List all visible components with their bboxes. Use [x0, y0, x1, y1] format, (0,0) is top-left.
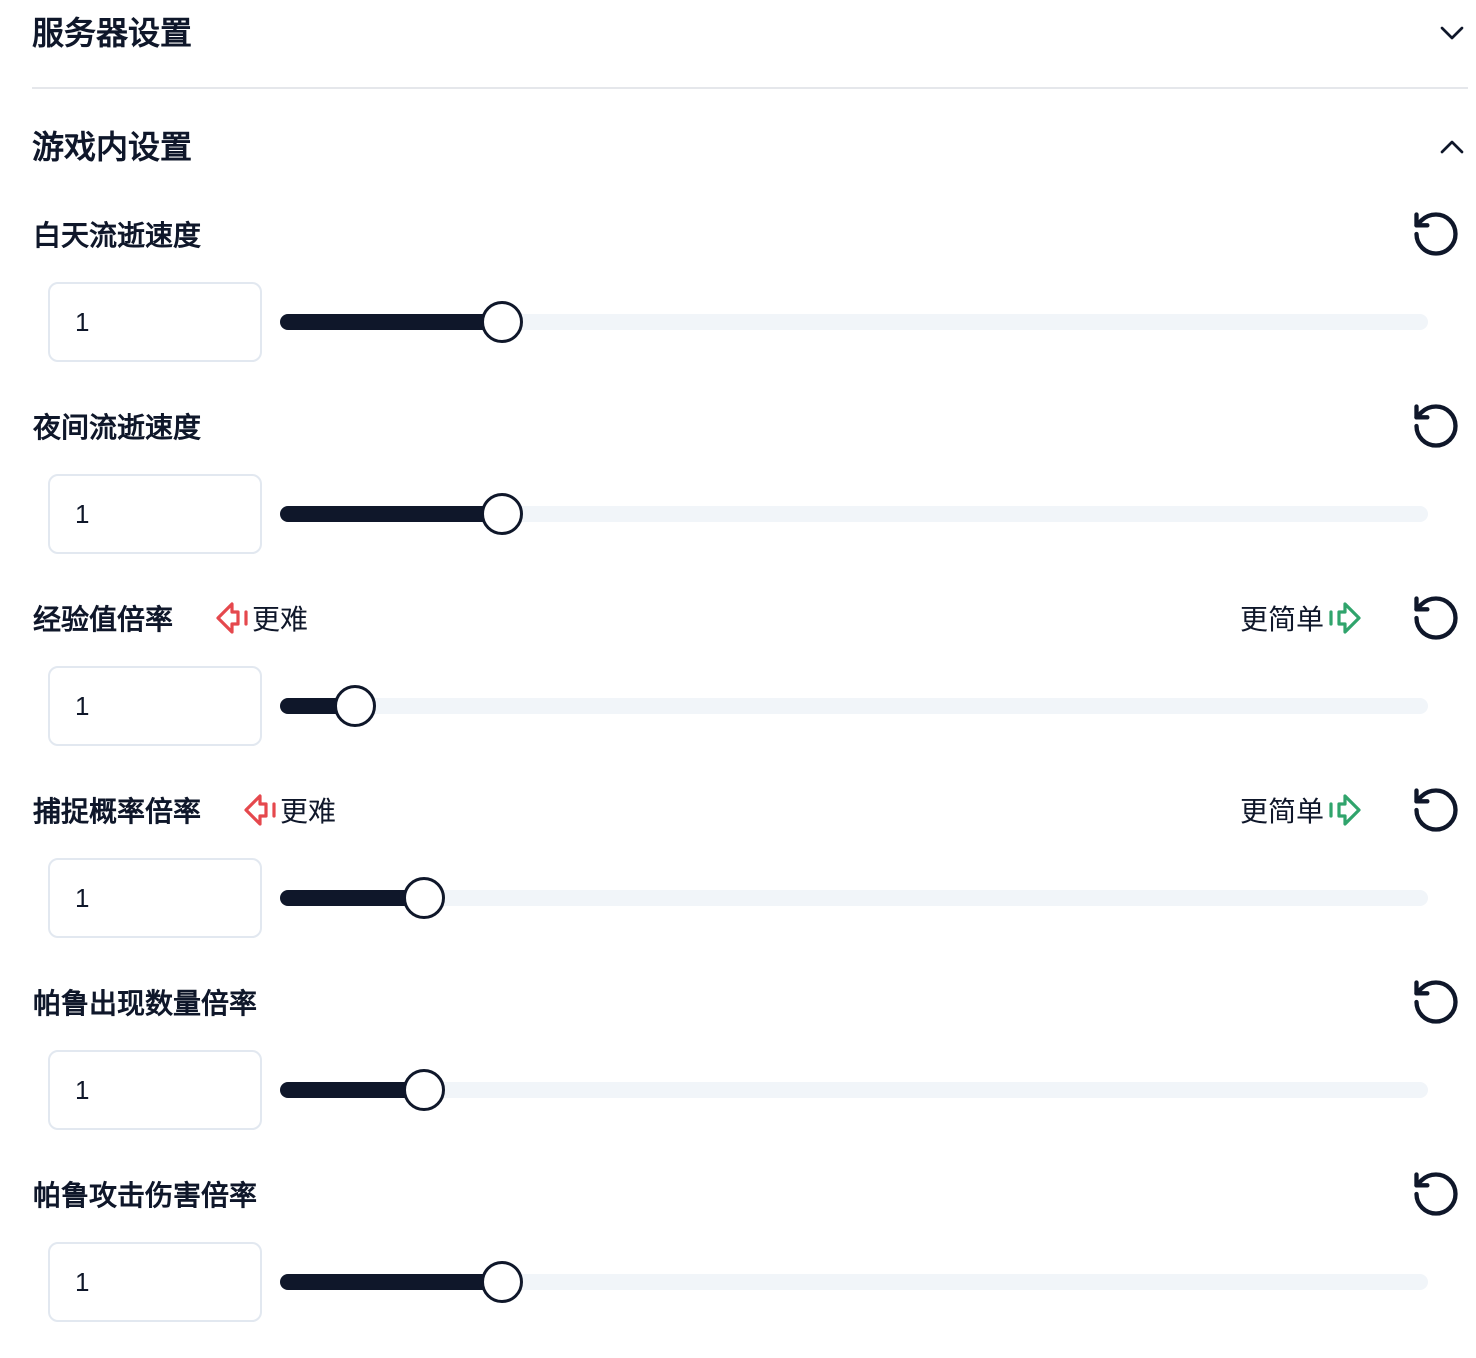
setting-label: 捕捉概率倍率: [33, 796, 202, 827]
easier-hint: 更简单: [1240, 598, 1361, 638]
value-input[interactable]: [48, 1242, 262, 1322]
reset-icon[interactable]: [1410, 976, 1462, 1028]
slider-thumb[interactable]: [334, 685, 377, 727]
reset-icon[interactable]: [1410, 592, 1462, 644]
harder-label: 更难: [252, 604, 309, 635]
arrow-big-left-dash-icon: [244, 794, 276, 826]
setting-controls: [32, 666, 1468, 746]
value-slider[interactable]: [280, 1069, 1428, 1111]
settings-panel: 服务器设置 游戏内设置 白天流逝速度 1 夜间流逝速度 1 经验值倍率 更难 更…: [32, 0, 1468, 1324]
setting-pal-spawn-rate: 帕鲁出现数量倍率: [32, 974, 1468, 1166]
section-title: 服务器设置: [32, 15, 193, 51]
slider-track[interactable]: [280, 1082, 1428, 1098]
slider-fill: [280, 314, 503, 330]
setting-controls: [32, 858, 1468, 938]
setting-header: 经验值倍率 更难 更简单: [32, 590, 1468, 646]
value-slider[interactable]: [280, 493, 1428, 535]
setting-night-time-speed: 夜间流逝速度: [32, 398, 1468, 590]
reset-icon[interactable]: [1410, 784, 1462, 836]
chevron-up-icon[interactable]: [1432, 127, 1472, 167]
setting-header: 帕鲁攻击伤害倍率: [32, 1166, 1468, 1222]
setting-controls: [32, 1050, 1468, 1130]
reset-icon[interactable]: [1410, 208, 1462, 260]
reset-button[interactable]: [1410, 976, 1462, 1028]
setting-controls: [32, 1242, 1468, 1322]
arrow-big-left-dash-icon: [216, 602, 248, 634]
chevron-down-icon[interactable]: [1432, 13, 1472, 53]
setting-header: 白天流逝速度: [32, 206, 1468, 262]
setting-exp-rate: 经验值倍率 更难 更简单: [32, 590, 1468, 782]
slider-thumb[interactable]: [481, 301, 524, 343]
reset-button[interactable]: [1410, 592, 1462, 644]
value-slider[interactable]: [280, 877, 1428, 919]
slider-thumb[interactable]: [481, 1261, 524, 1303]
slider-thumb[interactable]: [402, 877, 445, 919]
setting-label: 经验值倍率: [33, 604, 174, 635]
game-settings-list: 白天流逝速度 夜间流逝速度: [32, 206, 1468, 1358]
easier-label: 更简单: [1239, 604, 1324, 635]
setting-header: 夜间流逝速度: [32, 398, 1468, 454]
easier-hint: 更简单: [1240, 790, 1361, 830]
value-slider[interactable]: [280, 685, 1428, 727]
reset-icon[interactable]: [1410, 400, 1462, 452]
setting-header: 帕鲁出现数量倍率: [32, 974, 1468, 1030]
value-input[interactable]: [48, 474, 262, 554]
reset-button[interactable]: [1410, 784, 1462, 836]
setting-label: 夜间流逝速度: [33, 412, 202, 443]
setting-pal-damage-rate: 帕鲁攻击伤害倍率: [32, 1166, 1468, 1358]
arrow-big-right-dash-icon: [1329, 602, 1361, 634]
setting-controls: [32, 474, 1468, 554]
easier-label: 更简单: [1239, 796, 1324, 827]
harder-label: 更难: [280, 796, 337, 827]
value-input[interactable]: [48, 858, 262, 938]
section-divider: [32, 87, 1468, 89]
server-settings-header[interactable]: 服务器设置: [32, 0, 1468, 66]
setting-controls: [32, 282, 1468, 362]
section-title: 游戏内设置: [32, 129, 193, 165]
slider-track[interactable]: [280, 890, 1428, 906]
setting-capture-rate: 捕捉概率倍率 更难 更简单: [32, 782, 1468, 974]
value-slider[interactable]: [280, 1261, 1428, 1303]
slider-thumb[interactable]: [402, 1069, 445, 1111]
slider-track[interactable]: [280, 698, 1428, 714]
game-settings-header[interactable]: 游戏内设置: [32, 114, 1468, 180]
setting-label: 白天流逝速度: [33, 220, 202, 251]
slider-thumb[interactable]: [481, 493, 524, 535]
setting-label: 帕鲁出现数量倍率: [33, 988, 258, 1019]
harder-hint: 更难: [244, 790, 336, 830]
reset-icon[interactable]: [1410, 1168, 1462, 1220]
reset-button[interactable]: [1410, 208, 1462, 260]
value-input[interactable]: [48, 282, 262, 362]
value-input[interactable]: [48, 1050, 262, 1130]
reset-button[interactable]: [1410, 1168, 1462, 1220]
setting-day-time-speed: 白天流逝速度: [32, 206, 1468, 398]
slider-fill: [280, 506, 503, 522]
setting-header: 捕捉概率倍率 更难 更简单: [32, 782, 1468, 838]
value-slider[interactable]: [280, 301, 1428, 343]
setting-label: 帕鲁攻击伤害倍率: [33, 1180, 258, 1211]
value-input[interactable]: [48, 666, 262, 746]
arrow-big-right-dash-icon: [1329, 794, 1361, 826]
harder-hint: 更难: [216, 598, 308, 638]
reset-button[interactable]: [1410, 400, 1462, 452]
slider-fill: [280, 1274, 503, 1290]
